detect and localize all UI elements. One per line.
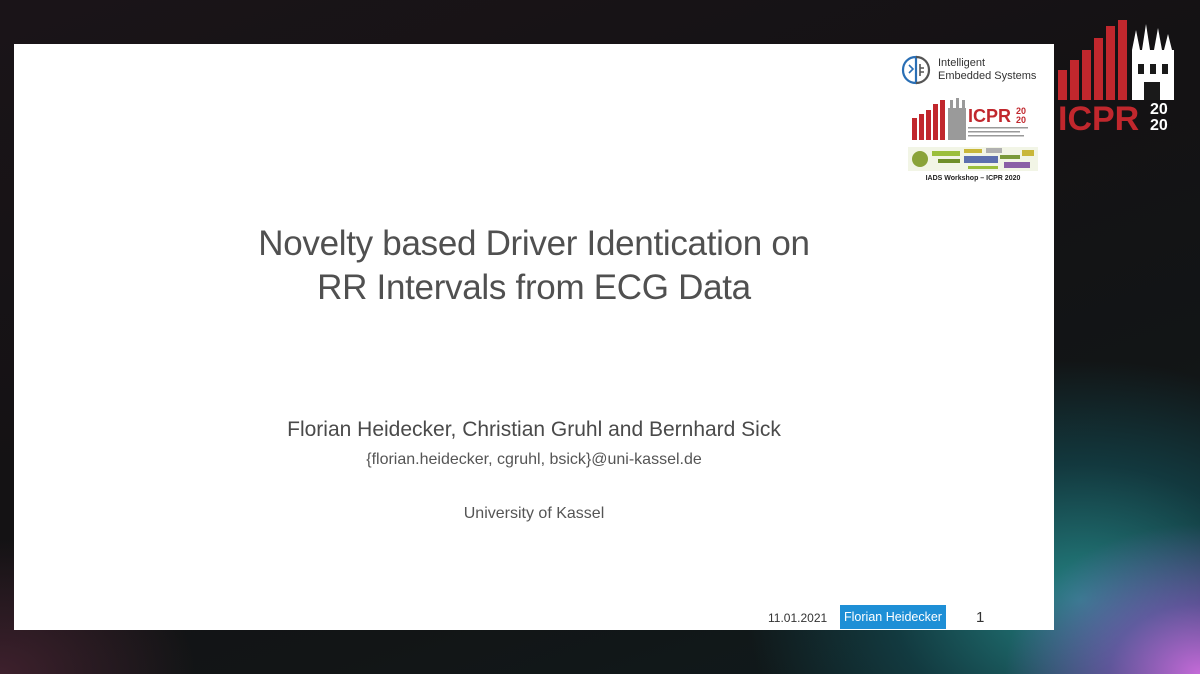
- page-number: 1: [976, 609, 985, 626]
- svg-text:20: 20: [1016, 115, 1026, 125]
- brain-icon: [901, 55, 931, 85]
- ies-logo: Intelligent Embedded Systems: [900, 54, 1050, 90]
- icpr-small-logo: ICPR 20 20: [910, 96, 1040, 142]
- presentation-slide: Intelligent Embedded Systems ICPR 20 20: [14, 44, 1054, 630]
- slide-title: Novelty based Driver Identication on RR …: [14, 222, 1054, 310]
- svg-text:20: 20: [1150, 101, 1168, 118]
- author-emails: {florian.heidecker, cgruhl, bsick}@uni-k…: [366, 451, 702, 468]
- footer-date: 11.01.2021: [768, 611, 828, 625]
- icpr-2020-overlay-logo: ICPR 20 20: [1058, 20, 1180, 138]
- ies-line2: Embedded Systems: [938, 70, 1037, 82]
- ies-line1: Intelligent: [938, 57, 986, 69]
- authors: Florian Heidecker, Christian Gruhl and B…: [287, 418, 781, 441]
- icpr-small-text: ICPR: [968, 106, 1011, 126]
- iads-caption: IADS Workshop – ICPR 2020: [925, 175, 1021, 182]
- iads-workshop-logo: IADS Workshop – ICPR 2020: [908, 145, 1038, 185]
- icpr-big-text: ICPR: [1058, 100, 1139, 132]
- title-line-2: RR Intervals from ECG Data: [317, 268, 751, 307]
- title-line-1: Novelty based Driver Identication on: [258, 224, 810, 263]
- svg-text:20: 20: [1150, 117, 1168, 132]
- affiliation: University of Kassel: [463, 505, 605, 522]
- ies-logo-text: Intelligent Embedded Systems: [938, 57, 1036, 83]
- footer-presenter: Florian Heidecker: [840, 605, 946, 629]
- word-cloud-icon: [908, 147, 1038, 171]
